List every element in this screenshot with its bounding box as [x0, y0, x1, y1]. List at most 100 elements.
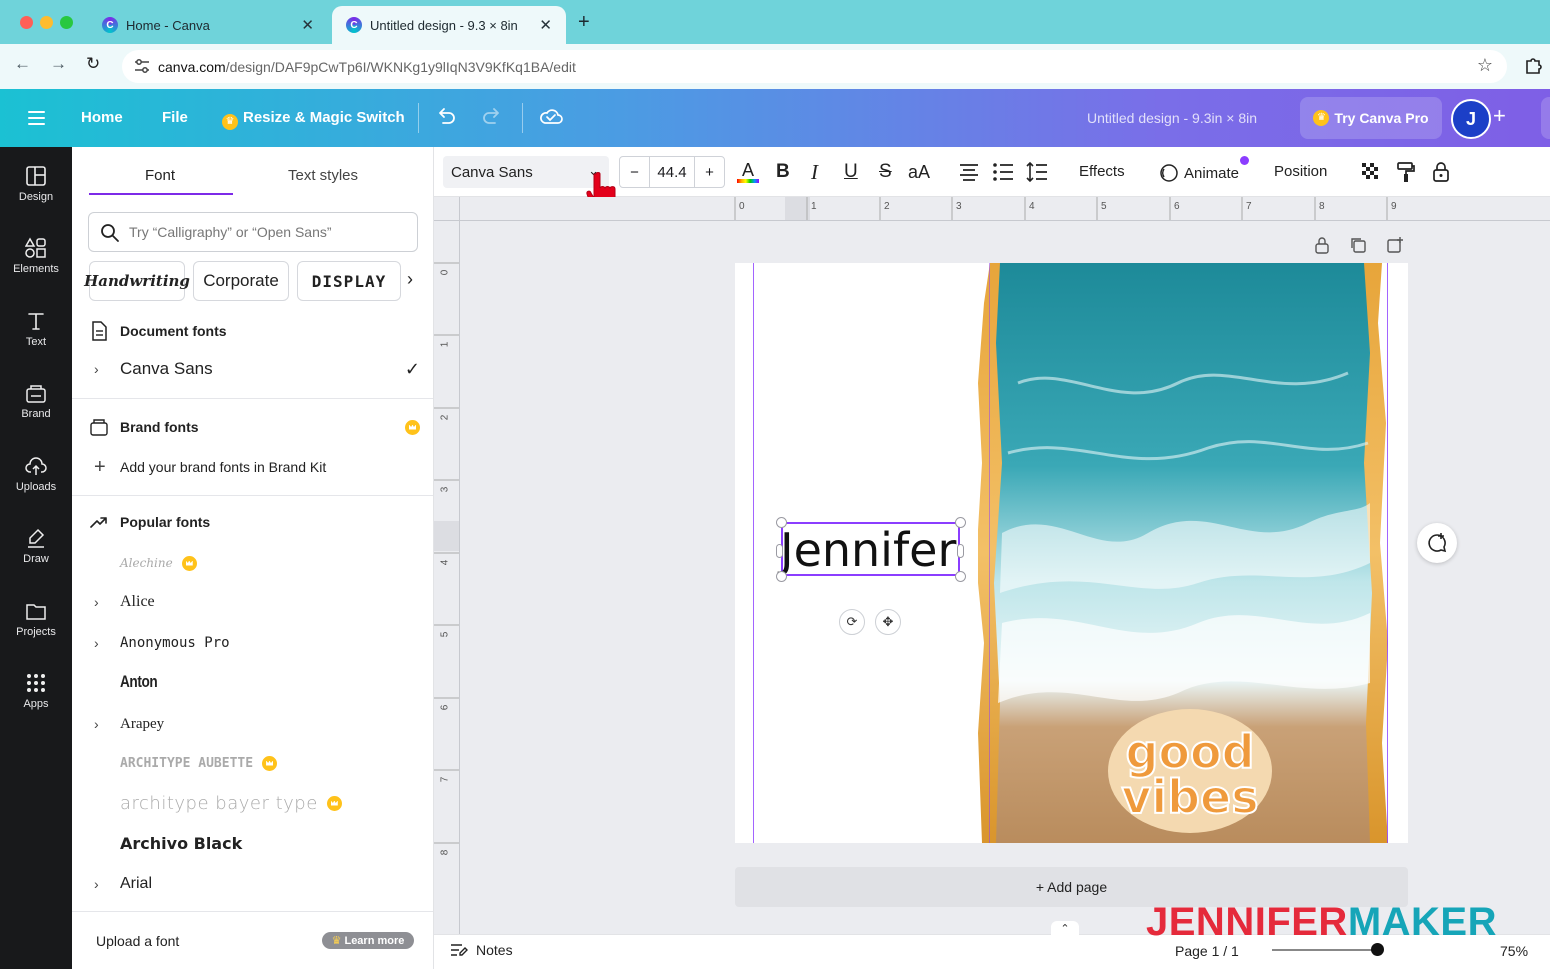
chevron-up-icon[interactable]: ⌃: [1051, 921, 1079, 935]
share-button[interactable]: [1541, 97, 1550, 139]
font-item-arapey[interactable]: › Arapey: [90, 708, 420, 740]
zoom-level[interactable]: 75%: [1500, 943, 1528, 959]
font-item-anton[interactable]: Anton: [90, 666, 420, 698]
rail-item-draw[interactable]: Draw: [0, 527, 72, 565]
extensions-puzzle-icon[interactable]: [1524, 55, 1544, 75]
chip-handwriting[interactable]: Handwriting: [84, 261, 190, 301]
duplicate-page-icon[interactable]: [1349, 236, 1367, 254]
chevron-right-icon[interactable]: ›: [90, 361, 120, 377]
undo-icon[interactable]: [435, 105, 457, 127]
rail-item-text[interactable]: Text: [0, 310, 72, 348]
font-size-input[interactable]: 44.4: [650, 157, 694, 187]
maximize-window-button[interactable]: [60, 16, 73, 29]
rail-item-brand[interactable]: Brand: [0, 382, 72, 420]
tab-font[interactable]: Font: [145, 167, 175, 184]
position-button[interactable]: Position: [1274, 163, 1327, 180]
underline-button[interactable]: U: [844, 160, 858, 184]
add-page-icon[interactable]: [1386, 236, 1404, 254]
resize-handle-top-right[interactable]: [955, 517, 966, 528]
add-brand-fonts-link[interactable]: + Add your brand fonts in Brand Kit: [90, 451, 420, 483]
browser-tab-design[interactable]: C Untitled design - 9.3 × 8in ✕: [332, 6, 566, 44]
chevron-right-icon[interactable]: ›: [90, 876, 120, 892]
redo-icon[interactable]: [481, 105, 503, 127]
document-title[interactable]: Untitled design - 9.3in × 8in: [1087, 110, 1257, 126]
zoom-slider-handle[interactable]: [1371, 943, 1384, 956]
font-item-architype-bayer-type[interactable]: architype bayer type: [90, 787, 420, 819]
canvas-text-jennifer[interactable]: Jennifer: [780, 524, 956, 576]
transparency-icon[interactable]: [1360, 160, 1382, 184]
reload-icon[interactable]: ↻: [86, 54, 100, 74]
good-vibes-sticker[interactable]: good vibes: [1108, 709, 1272, 833]
text-color-button[interactable]: A: [736, 160, 760, 184]
copy-style-paint-roller-icon[interactable]: [1395, 160, 1417, 184]
increase-size-button[interactable]: +: [694, 157, 724, 187]
minimize-window-button[interactable]: [40, 16, 53, 29]
menu-hamburger-icon[interactable]: [28, 111, 45, 125]
font-family-dropdown[interactable]: Canva Sans ⌄: [443, 156, 609, 188]
resize-handle-bottom-right[interactable]: [955, 571, 966, 582]
close-tab-icon[interactable]: ✕: [301, 16, 314, 34]
move-icon[interactable]: ✥: [875, 609, 901, 635]
close-tab-icon[interactable]: ✕: [539, 16, 552, 34]
font-item-alechine[interactable]: Alechine: [90, 547, 420, 579]
resize-handle-left[interactable]: [776, 544, 783, 558]
resize-handle-right[interactable]: [957, 544, 964, 558]
close-window-button[interactable]: [20, 16, 33, 29]
effects-button[interactable]: Effects: [1079, 163, 1125, 180]
resize-magic-switch-button[interactable]: ♛ Resize & Magic Switch: [222, 109, 405, 130]
bulleted-list-icon[interactable]: [992, 160, 1014, 184]
lock-page-icon[interactable]: [1313, 236, 1331, 254]
align-center-icon[interactable]: [958, 160, 980, 184]
font-item-anonymous-pro[interactable]: › Anonymous Pro: [90, 627, 420, 659]
font-size-stepper[interactable]: − 44.4 +: [619, 156, 725, 188]
browser-tab-home[interactable]: C Home - Canva ✕: [88, 6, 328, 44]
tab-text-styles[interactable]: Text styles: [288, 167, 358, 184]
cloud-saved-icon[interactable]: [538, 105, 564, 127]
strikethrough-button[interactable]: S: [879, 160, 892, 184]
file-menu-button[interactable]: File: [162, 109, 188, 126]
upload-font-link[interactable]: Upload a font: [96, 933, 179, 949]
bold-button[interactable]: B: [776, 160, 790, 184]
font-item-archivo-black[interactable]: Archivo Black: [90, 827, 420, 859]
forward-arrow-icon[interactable]: →: [50, 54, 67, 74]
site-settings-icon[interactable]: [134, 59, 150, 73]
add-member-icon[interactable]: +: [1493, 103, 1506, 129]
notes-button[interactable]: Notes: [450, 942, 513, 958]
chip-corporate[interactable]: Corporate: [193, 261, 289, 301]
font-item-architype-aubette[interactable]: ARCHITYPE AUBETTE: [90, 747, 420, 779]
bookmark-star-icon[interactable]: ☆: [1477, 55, 1493, 76]
rail-item-uploads[interactable]: Uploads: [0, 455, 72, 493]
ocean-beach-photo[interactable]: good vibes: [978, 263, 1388, 843]
resize-handle-bottom-left[interactable]: [776, 571, 787, 582]
lock-icon[interactable]: [1430, 160, 1452, 184]
user-avatar[interactable]: J: [1451, 99, 1491, 139]
font-item-canva-sans[interactable]: › Canva Sans ✓: [90, 353, 420, 385]
rail-item-design[interactable]: Design: [0, 165, 72, 203]
home-button[interactable]: Home: [81, 109, 123, 126]
line-spacing-icon[interactable]: [1026, 160, 1048, 184]
chevron-right-icon[interactable]: ›: [90, 594, 120, 610]
url-field[interactable]: canva.com/design/DAF9pCwTp6I/WKNKg1y9lIq…: [122, 50, 1507, 83]
zoom-slider[interactable]: [1272, 949, 1382, 951]
try-canva-pro-button[interactable]: ♛ Try Canva Pro: [1300, 97, 1442, 139]
letter-case-button[interactable]: aA: [908, 160, 930, 184]
rail-item-projects[interactable]: Projects: [0, 600, 72, 638]
font-item-arial[interactable]: › Arial: [90, 868, 420, 900]
font-item-alice[interactable]: › Alice: [90, 586, 420, 618]
font-search-input[interactable]: Try “Calligraphy” or “Open Sans”: [88, 212, 418, 252]
rail-item-elements[interactable]: Elements: [0, 237, 72, 275]
resize-handle-top-left[interactable]: [776, 517, 787, 528]
new-tab-button[interactable]: +: [578, 11, 590, 34]
chevron-right-icon[interactable]: ›: [90, 635, 120, 651]
chip-display[interactable]: DISPLAY: [297, 261, 401, 301]
chevron-right-icon[interactable]: ›: [90, 716, 120, 732]
rotate-icon[interactable]: ⟳: [839, 609, 865, 635]
add-comment-button[interactable]: [1417, 523, 1457, 563]
italic-button[interactable]: I: [811, 160, 818, 184]
page-indicator[interactable]: Page 1 / 1: [1175, 943, 1239, 959]
back-arrow-icon[interactable]: ←: [14, 54, 31, 74]
rail-item-apps[interactable]: Apps: [0, 672, 72, 710]
chevron-right-icon[interactable]: ›: [407, 269, 413, 290]
learn-more-button[interactable]: ♛ Learn more: [322, 932, 414, 949]
animate-button[interactable]: Animate: [1159, 163, 1239, 183]
